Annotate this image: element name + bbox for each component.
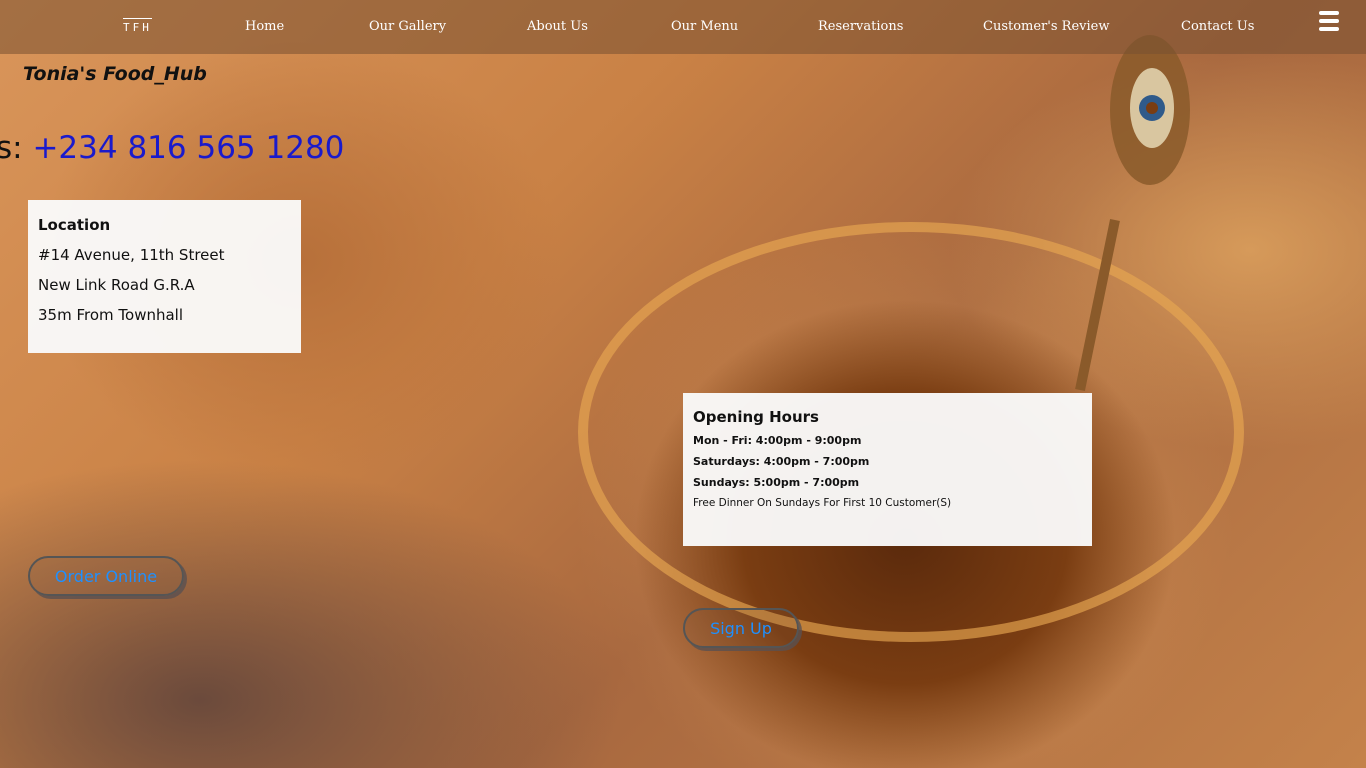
location-line: 35m From Townhall	[38, 306, 183, 324]
site-title: Tonia's Food_Hub	[23, 63, 207, 85]
phone-line: s: +234 816 565 1280	[0, 130, 344, 166]
hours-saturday: Saturdays: 4:00pm - 7:00pm	[693, 455, 870, 468]
location-line: New Link Road G.R.A	[38, 276, 195, 294]
nav-menu[interactable]: Our Menu	[671, 19, 738, 34]
top-nav-bar: TFH Home Our Gallery About Us Our Menu R…	[0, 0, 1366, 54]
nav-contact[interactable]: Contact Us	[1181, 19, 1254, 34]
hours-note: Free Dinner On Sundays For First 10 Cust…	[693, 497, 952, 509]
location-line: #14 Avenue, 11th Street	[38, 246, 225, 264]
phone-label: s:	[0, 130, 23, 166]
nav-about[interactable]: About Us	[527, 19, 588, 34]
hours-heading: Opening Hours	[693, 408, 819, 426]
nav-home[interactable]: Home	[245, 19, 284, 34]
brand-logo[interactable]: TFH	[123, 18, 152, 34]
nav-customer-review[interactable]: Customer's Review	[983, 19, 1109, 34]
location-heading: Location	[38, 216, 111, 234]
spoon-decoration	[1075, 35, 1190, 392]
opening-hours-card: Opening Hours Mon - Fri: 4:00pm - 9:00pm…	[683, 393, 1092, 546]
sign-up-button[interactable]: Sign Up	[683, 608, 799, 648]
location-card: Location #14 Avenue, 11th Street New Lin…	[28, 200, 301, 353]
nav-reservations[interactable]: Reservations	[818, 19, 903, 34]
phone-number[interactable]: +234 816 565 1280	[32, 130, 344, 166]
hours-weekday: Mon - Fri: 4:00pm - 9:00pm	[693, 434, 862, 447]
hours-sunday: Sundays: 5:00pm - 7:00pm	[693, 476, 860, 489]
hamburger-menu-icon[interactable]	[1319, 11, 1339, 31]
order-online-button[interactable]: Order Online	[28, 556, 184, 596]
nav-gallery[interactable]: Our Gallery	[369, 19, 446, 34]
